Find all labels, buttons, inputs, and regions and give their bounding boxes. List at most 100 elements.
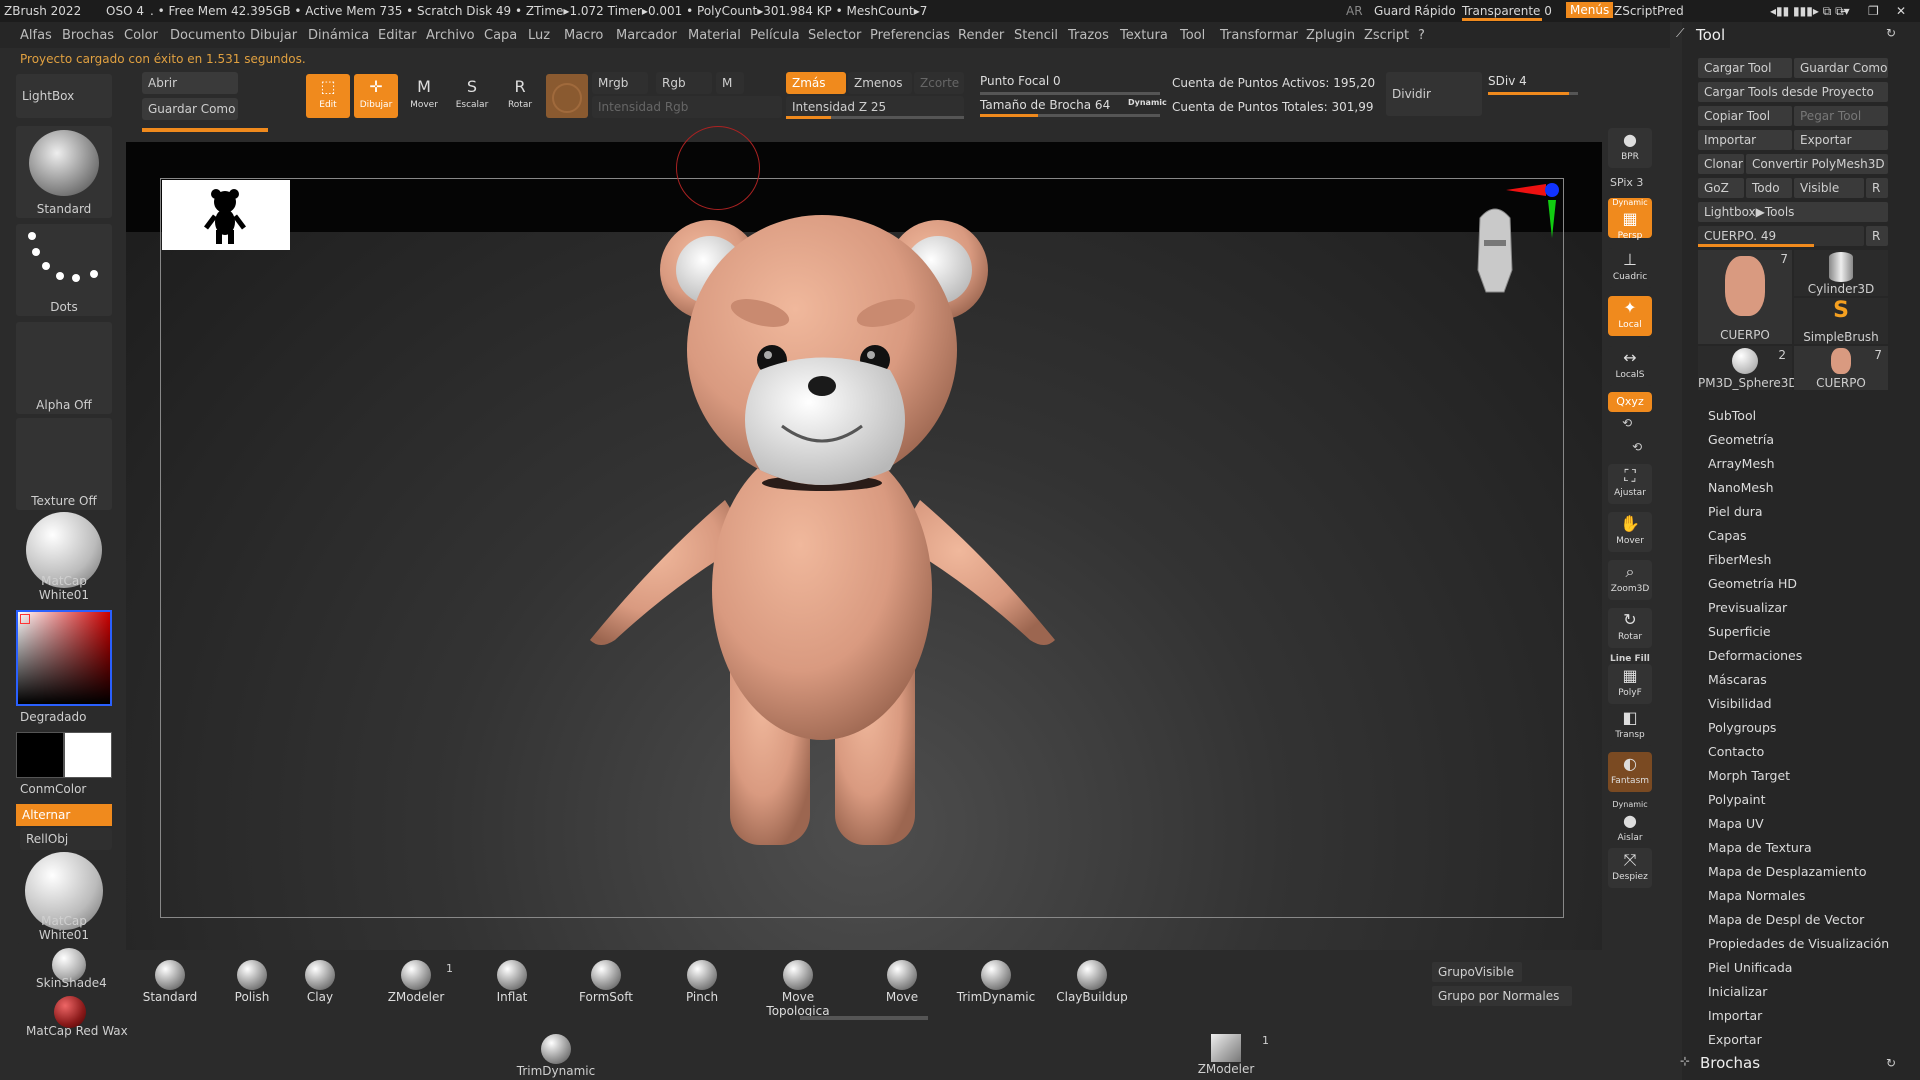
tool-section-item[interactable]: Geometría [1708,432,1774,447]
tool-section-item[interactable]: Mapa de Desplazamiento [1708,864,1867,879]
menu-brochas[interactable]: Brochas [62,28,114,43]
draw-button[interactable]: ✛ Dibujar [354,74,398,118]
mrgb-button[interactable]: Mrgb [592,72,648,94]
export-button[interactable]: Exportar [1794,130,1888,150]
brush-claybuildup[interactable]: ClayBuildup [1052,956,1132,1006]
tool-thumb-simplebrush[interactable]: S SimpleBrush [1794,298,1888,344]
conmcolor-button[interactable]: ConmColor [20,782,86,796]
brush-pinch[interactable]: Pinch [662,956,742,1006]
tool-section-item[interactable]: Polygroups [1708,720,1776,735]
brush-clay[interactable]: Clay [280,956,360,1006]
divide-button[interactable]: Dividir [1386,72,1482,116]
quick-brush-zmodeler[interactable]: ZModeler [1186,1030,1266,1080]
transparency-button[interactable]: ◧ Transp [1608,706,1652,746]
menu-trazos[interactable]: Trazos [1068,28,1109,43]
zoom3d-button[interactable]: ⌕ Zoom3D [1608,560,1652,600]
restore-icon[interactable]: ❐ [1868,4,1879,18]
copy-tool-button[interactable]: Copiar Tool [1698,106,1792,126]
rotate-button[interactable]: R Rotar [498,74,542,118]
frame-button[interactable]: ⛶ Ajustar [1608,464,1652,504]
tool-section-item[interactable]: Exportar [1708,1032,1762,1047]
menu-tool[interactable]: Tool [1180,28,1205,43]
load-from-project-button[interactable]: Cargar Tools desde Proyecto [1698,82,1888,102]
perspective-button[interactable]: Dynamic ▦ Persp [1608,198,1652,241]
bpr-button[interactable]: ● BPR [1608,128,1652,168]
tool-section-item[interactable]: Importar [1708,1008,1762,1023]
primary-color-swatch[interactable] [16,732,64,778]
menu-dibujar[interactable]: Dibujar [250,28,297,43]
zcut-button[interactable]: Zcorte [914,72,964,94]
localsym-button[interactable]: ↔ LocalS [1608,346,1652,386]
material-selector[interactable]: MatCap White01 [16,512,112,604]
group-normals-button[interactable]: Grupo por Normales [1432,986,1572,1006]
paste-tool-button[interactable]: Pegar Tool [1794,106,1888,126]
ghost-button[interactable]: ◐ Fantasm [1608,752,1652,792]
rgb-button[interactable]: Rgb [656,72,712,94]
brush-size-slider[interactable]: Tamaño de Brocha 64 [980,98,1110,112]
brush-inflat[interactable]: Inflat [472,956,552,1006]
group-visible-button[interactable]: GrupoVisible [1432,962,1522,982]
menu-material[interactable]: Material [688,28,741,43]
brushes-refresh-icon[interactable]: ↻ [1886,1056,1896,1070]
tool-section-item[interactable]: Mapa de Despl de Vector [1708,912,1864,927]
brush-zmodeler[interactable]: ZModeler [376,956,456,1006]
menu-transformar[interactable]: Transformar [1220,28,1298,43]
r-button-2[interactable]: R [1866,226,1888,246]
tool-panel-pin-icon[interactable]: ⟋ [1676,26,1684,41]
zscript-button[interactable]: ZScriptPred [1614,4,1684,18]
tool-section-item[interactable]: Morph Target [1708,768,1790,783]
alpha-selector[interactable]: Alpha Off [16,322,112,414]
menu-render[interactable]: Render [958,28,1004,43]
menu-help[interactable]: ? [1418,28,1425,43]
m-button[interactable]: M [716,72,744,94]
scale-button[interactable]: S Escalar [450,74,494,118]
bear-model[interactable] [560,200,1120,860]
tool-thumb-cuerpo-2[interactable]: 7 CUERPO [1794,346,1888,390]
clone-button[interactable]: Clonar [1698,154,1744,174]
menu-macro[interactable]: Macro [564,28,603,43]
menu-pelicula[interactable]: Película [750,28,800,43]
xpose-button[interactable]: ⤧ Despiez [1608,848,1652,888]
edit-button[interactable]: ⬚ Edit [306,74,350,118]
menu-stencil[interactable]: Stencil [1014,28,1058,43]
spix-slider[interactable]: SPix 3 [1610,176,1643,189]
menu-color[interactable]: Color [124,28,158,43]
floor-button[interactable]: ⊥ Cuadric [1608,248,1652,288]
move-view-button[interactable]: ✋ Mover [1608,512,1652,552]
tool-section-item[interactable]: Mapa de Textura [1708,840,1812,855]
rotate-axis-icon[interactable]: ⟲ [1622,416,1632,430]
zadd-button[interactable]: Zmás [786,72,846,94]
menu-dinamica[interactable]: Dinámica [308,28,369,43]
brushes-header[interactable]: Brochas [1700,1054,1760,1072]
brush-move[interactable]: Move [862,956,942,1006]
menu-selector[interactable]: Selector [808,28,861,43]
tool-section-item[interactable]: ArrayMesh [1708,456,1775,471]
rotate-axis-icon-2[interactable]: ⟲ [1632,440,1642,454]
tool-section-item[interactable]: Mapa UV [1708,816,1764,831]
tool-section-item[interactable]: FiberMesh [1708,552,1771,567]
tool-section-item[interactable]: Previsualizar [1708,600,1787,615]
tool-section-item[interactable]: Propiedades de Visualización [1708,936,1889,951]
lightbox-tools-button[interactable]: Lightbox▶Tools [1698,202,1888,222]
tool-section-item[interactable]: Piel Unificada [1708,960,1792,975]
fillobj-button[interactable]: RellObj [20,828,112,850]
load-tool-button[interactable]: Cargar Tool [1698,58,1792,78]
tool-section-item[interactable]: Contacto [1708,744,1764,759]
tool-section-item[interactable]: SubTool [1708,408,1756,423]
brush-selector[interactable]: Standard [16,126,112,218]
tool-section-item[interactable]: Deformaciones [1708,648,1802,663]
tool-section-item[interactable]: Capas [1708,528,1747,543]
tool-section-item[interactable]: Piel dura [1708,504,1763,519]
close-icon[interactable]: ✕ [1896,4,1906,18]
tool-thumb-sphere[interactable]: 2 PM3D_Sphere3D [1698,346,1798,390]
zsub-button[interactable]: Zmenos [848,72,912,94]
menu-alfas[interactable]: Alfas [20,28,52,43]
brush-move-topologica[interactable]: Move Topologica [758,956,838,1018]
save-tool-as-button[interactable]: Guardar Como [1794,58,1888,78]
dynamic-toggle[interactable]: Dynamic [1128,98,1167,107]
brush-standard[interactable]: Standard [130,956,210,1006]
material-selector-2[interactable]: MatCap White01 [16,852,112,944]
menu-documento[interactable]: Documento [170,28,245,43]
tool-section-item[interactable]: Geometría HD [1708,576,1797,591]
make-polymesh-button[interactable]: Convertir PolyMesh3D [1746,154,1888,174]
